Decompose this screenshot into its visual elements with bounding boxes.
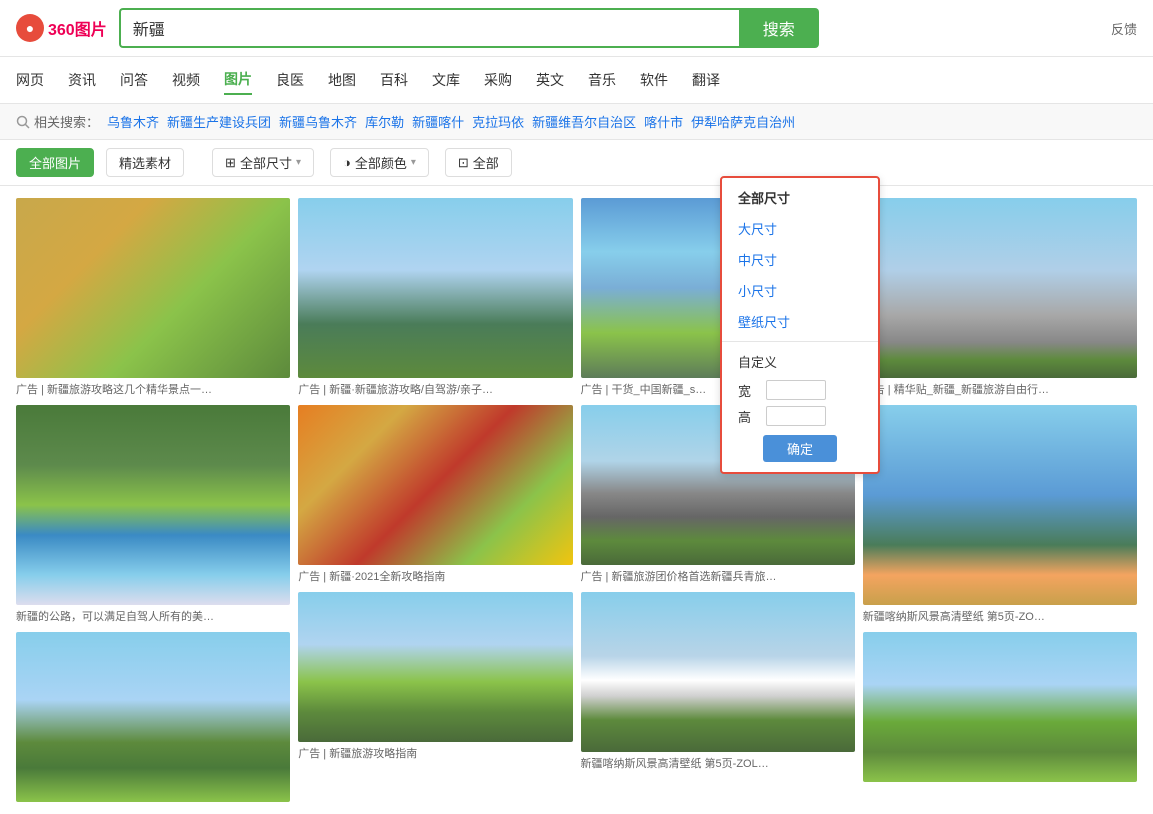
nav-news[interactable]: 资讯: [68, 66, 96, 94]
nav-purchase[interactable]: 采购: [484, 66, 512, 94]
dropdown-divider: [722, 341, 878, 342]
image-caption-9: 广告 | 精华贴_新疆_新疆旅游自由行…: [863, 381, 1137, 397]
image-card[interactable]: 广告 | 新疆旅游攻略指南: [298, 592, 572, 761]
filter-bar: 全部图片 精选素材 ⊞ 全部尺寸 ▾ ◑ 全部颜色 ▾ ⊡ 全部 全部尺寸 大尺…: [0, 140, 1153, 186]
image-grassland-sky[interactable]: [298, 198, 572, 378]
size-filter-label: 全部尺寸: [240, 153, 292, 172]
size-option-wallpaper[interactable]: 壁纸尺寸: [722, 306, 878, 337]
image-card[interactable]: 新疆的公路，可以满足自驾人所有的美…: [16, 405, 290, 624]
color-filter-label: 全部颜色: [355, 153, 407, 172]
image-forest-river[interactable]: [16, 405, 290, 605]
image-caption-5: 广告 | 新疆旅游攻略指南: [298, 745, 572, 761]
image-card[interactable]: 广告 | 新疆旅游攻略这几个精华景点一…: [16, 198, 290, 397]
image-caption-10: 新疆喀纳斯风景高清壁纸 第5页-ZO…: [863, 608, 1137, 624]
more-filter-dropdown[interactable]: ⊡ 全部: [445, 148, 512, 177]
nav-translate[interactable]: 翻译: [692, 66, 720, 94]
confirm-button[interactable]: 确定: [763, 435, 837, 462]
logo-icon: ●: [16, 14, 44, 42]
images-col-4: 广告 | 精华贴_新疆_新疆旅游自由行… 新疆喀纳斯风景高清壁纸 第5页-ZO…: [863, 198, 1137, 802]
width-label: 宽: [738, 381, 758, 400]
nav-video[interactable]: 视频: [172, 66, 200, 94]
height-row: 高: [722, 403, 878, 429]
selected-material-btn[interactable]: 精选素材: [106, 148, 184, 177]
related-tag-autonomous[interactable]: 新疆维吾尔自治区: [532, 112, 636, 131]
size-dropdown-menu: 全部尺寸 大尺寸 中尺寸 小尺寸 壁纸尺寸 自定义 宽 高 确定: [720, 176, 880, 474]
image-desert[interactable]: [16, 198, 290, 378]
related-tag-kashgar-city[interactable]: 喀什市: [644, 112, 683, 131]
related-tag-karamay[interactable]: 克拉玛依: [472, 112, 524, 131]
nav-software[interactable]: 软件: [640, 66, 668, 94]
grid-icon: ⊡: [458, 155, 469, 171]
height-label: 高: [738, 407, 758, 426]
nav-map[interactable]: 地图: [328, 66, 356, 94]
image-caption-4: 广告 | 新疆·2021全新攻略指南: [298, 568, 572, 584]
search-button[interactable]: 搜索: [739, 8, 819, 48]
size-icon: ⊞: [225, 155, 236, 171]
nav-bar: 网页 资讯 问答 视频 图片 良医 地图 百科 文库 采购 英文 音乐 软件 翻…: [0, 57, 1153, 104]
nav-images[interactable]: 图片: [224, 65, 252, 95]
logo[interactable]: ● 360图片: [16, 14, 107, 42]
search-input[interactable]: [119, 8, 739, 48]
color-filter-dropdown[interactable]: ◑ 全部颜色 ▾: [330, 148, 429, 177]
nav-english[interactable]: 英文: [536, 66, 564, 94]
nav-encyclopedia[interactable]: 百科: [380, 66, 408, 94]
image-card[interactable]: [863, 632, 1137, 782]
images-grid: 广告 | 新疆旅游攻略这几个精华景点一… 新疆的公路，可以满足自驾人所有的美… …: [0, 186, 1153, 814]
related-tag-urumqi[interactable]: 乌鲁木齐: [107, 112, 159, 131]
image-card[interactable]: [16, 632, 290, 802]
width-input[interactable]: [766, 380, 826, 400]
related-tag-kashgar[interactable]: 新疆喀什: [412, 112, 464, 131]
all-images-btn[interactable]: 全部图片: [16, 148, 94, 177]
feedback-link[interactable]: 反馈: [1111, 19, 1137, 38]
image-steppe[interactable]: [298, 592, 572, 742]
image-card[interactable]: 广告 | 精华贴_新疆_新疆旅游自由行…: [863, 198, 1137, 397]
related-label: 相关搜索：: [16, 112, 99, 131]
height-input[interactable]: [766, 406, 826, 426]
image-card[interactable]: 广告 | 新疆·新疆旅游攻略/自驾游/亲子…: [298, 198, 572, 397]
nav-music[interactable]: 音乐: [588, 66, 616, 94]
images-col-2: 广告 | 新疆·新疆旅游攻略/自驾游/亲子… 广告 | 新疆·2021全新攻略指…: [298, 198, 572, 802]
image-road[interactable]: [863, 198, 1137, 378]
size-filter-dropdown[interactable]: ⊞ 全部尺寸 ▾: [212, 148, 314, 177]
nav-qa[interactable]: 问答: [120, 66, 148, 94]
image-volcanic[interactable]: [298, 405, 572, 565]
related-tag-bingtuan[interactable]: 新疆生产建设兵团: [167, 112, 271, 131]
nav-medicine[interactable]: 良医: [276, 66, 304, 94]
more-filter-label: 全部: [473, 153, 499, 172]
nav-library[interactable]: 文库: [432, 66, 460, 94]
size-option-all[interactable]: 全部尺寸: [722, 182, 878, 213]
size-option-medium[interactable]: 中尺寸: [722, 244, 878, 275]
size-option-large[interactable]: 大尺寸: [722, 213, 878, 244]
image-caption-7: 广告 | 新疆旅游团价格首选新疆兵青旅…: [581, 568, 855, 584]
image-caption-3: 广告 | 新疆·新疆旅游攻略/自驾游/亲子…: [298, 381, 572, 397]
search-bar: 搜索: [119, 8, 819, 48]
color-dropdown-arrow: ▾: [411, 157, 416, 168]
related-tag-ili[interactable]: 伊犁哈萨克自治州: [691, 112, 795, 131]
image-card[interactable]: 新疆喀纳斯风景高清壁纸 第5页-ZO…: [863, 405, 1137, 624]
color-icon: ◑: [343, 155, 351, 170]
related-searches: 相关搜索： 乌鲁木齐 新疆生产建设兵团 新疆乌鲁木齐 库尔勒 新疆喀什 克拉玛依…: [0, 104, 1153, 140]
image-card[interactable]: 广告 | 新疆·2021全新攻略指南: [298, 405, 572, 584]
width-row: 宽: [722, 377, 878, 403]
size-dropdown-arrow: ▾: [296, 157, 301, 168]
image-snow-mountain[interactable]: [581, 592, 855, 752]
image-caption-1: 广告 | 新疆旅游攻略这几个精华景点一…: [16, 381, 290, 397]
images-col-1: 广告 | 新疆旅游攻略这几个精华景点一… 新疆的公路，可以满足自驾人所有的美…: [16, 198, 290, 802]
search-icon: [16, 115, 30, 129]
image-green-hills[interactable]: [16, 632, 290, 802]
size-option-small[interactable]: 小尺寸: [722, 275, 878, 306]
image-grassland2[interactable]: [863, 632, 1137, 782]
logo-text: 360图片: [48, 16, 107, 40]
nav-webpage[interactable]: 网页: [16, 66, 44, 94]
related-tag-kuerle[interactable]: 库尔勒: [365, 112, 404, 131]
image-caption-2: 新疆的公路，可以满足自驾人所有的美…: [16, 608, 290, 624]
image-autumn-lake[interactable]: [863, 405, 1137, 605]
custom-size-label: 自定义: [722, 346, 878, 377]
image-caption-8: 新疆喀纳斯风景高清壁纸 第5页-ZOL…: [581, 755, 855, 771]
related-tag-xinjiang-urumqi[interactable]: 新疆乌鲁木齐: [279, 112, 357, 131]
image-card[interactable]: 新疆喀纳斯风景高清壁纸 第5页-ZOL…: [581, 592, 855, 771]
confirm-row: 确定: [722, 429, 878, 468]
header: ● 360图片 搜索 反馈: [0, 0, 1153, 57]
